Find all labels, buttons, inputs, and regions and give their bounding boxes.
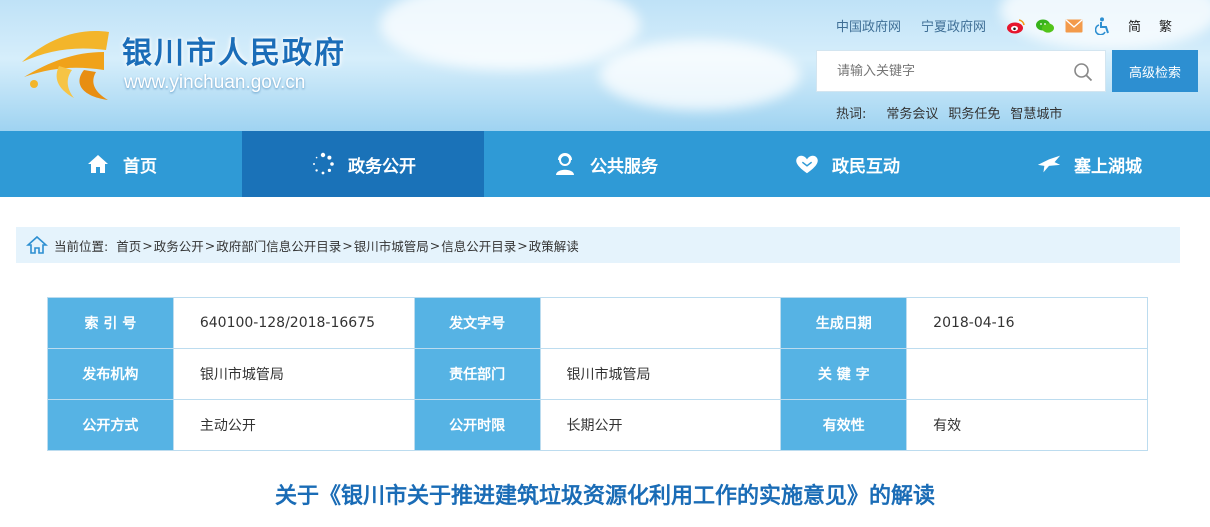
heart-hands-icon [794,151,820,177]
top-links: 中国政府网 宁夏政府网 简 繁 [836,16,1184,35]
hot-words-label: 热词: [836,107,867,122]
bird-icon [1036,151,1062,177]
hot-word-item[interactable]: 智慧城市 [1010,103,1062,122]
dots-ring-icon [310,151,336,177]
breadcrumb-item[interactable]: 政务公开 [154,236,204,255]
info-key: 有效性 [780,399,908,451]
search-input[interactable] [817,51,1067,91]
nav-item-gov-affairs[interactable]: 政务公开 [242,131,484,197]
link-ningxia-gov[interactable]: 宁夏政府网 [921,16,986,35]
article-title: 关于《银川市关于推进建筑垃圾资源化利用工作的实施意见》的解读 [274,484,935,509]
breadcrumb-item[interactable]: 政策解读 [529,236,579,255]
site-url[interactable]: www.yinchuan.gov.cn [124,72,305,94]
info-value: 2018-04-16 [906,297,1148,349]
hot-words: 热词: 常务会议 职务任免 智慧城市 [836,103,1072,122]
info-key: 公开方式 [47,399,174,451]
breadcrumb-item[interactable]: 银川市城管局 [354,236,429,255]
info-value: 有效 [906,399,1148,451]
lang-traditional[interactable]: 繁 [1159,16,1172,35]
breadcrumb-separator: > [429,237,441,253]
info-table: 索 引 号 640100-128/2018-16675 发文字号 生成日期 20… [47,297,1148,451]
home-icon [85,151,111,177]
info-value: 长期公开 [539,399,782,451]
info-value: 银川市城管局 [172,348,415,400]
breadcrumb-item[interactable]: 首页 [116,236,141,255]
nav-item-lake-city[interactable]: 塞上湖城 [968,131,1210,197]
mail-icon[interactable] [1064,17,1084,35]
table-row: 公开方式 主动公开 公开时限 长期公开 有效性 有效 [47,399,1148,451]
cloud-decoration [380,0,640,70]
info-key: 发文字号 [413,297,541,349]
nav-item-home[interactable]: 首页 [0,131,242,197]
table-row: 索 引 号 640100-128/2018-16675 发文字号 生成日期 20… [47,297,1148,349]
table-row: 发布机构 银川市城管局 责任部门 银川市城管局 关 键 字 [47,348,1148,400]
wechat-icon[interactable] [1035,17,1055,35]
breadcrumb-item[interactable]: 政府部门信息公开目录 [216,236,341,255]
breadcrumb-item[interactable]: 信息公开目录 [441,236,516,255]
breadcrumb-separator: > [142,237,153,253]
search-icon[interactable] [1073,62,1093,82]
breadcrumb-separator: > [204,237,216,253]
breadcrumb-separator: > [342,237,353,253]
nav-item-label: 公共服务 [590,156,658,177]
lang-simplified[interactable]: 简 [1128,16,1141,35]
advanced-search-button[interactable]: 高级检索 [1112,50,1198,92]
link-china-gov[interactable]: 中国政府网 [836,16,901,35]
breadcrumb-separator: > [517,237,528,253]
info-key: 发布机构 [47,348,174,400]
nav-item-label: 塞上湖城 [1074,156,1142,177]
user-service-icon [552,151,578,177]
info-value [906,348,1148,400]
accessibility-icon[interactable] [1093,16,1113,35]
info-value: 主动公开 [172,399,415,451]
info-key: 索 引 号 [47,297,174,349]
nav-item-label: 政民互动 [832,156,900,177]
weibo-icon[interactable] [1006,17,1026,35]
info-key: 责任部门 [413,348,541,400]
info-key: 生成日期 [780,297,908,349]
home-icon [26,235,48,254]
breadcrumb: 当前位置: 首页 > 政务公开 > 政府部门信息公开目录 > 银川市城管局 > … [16,227,1180,263]
info-value: 银川市城管局 [539,348,782,400]
nav-item-interaction[interactable]: 政民互动 [726,131,968,197]
hot-word-item[interactable]: 职务任免 [948,103,1000,122]
cloud-decoration [600,40,800,110]
site-name[interactable]: 银川市人民政府 [122,28,346,72]
nav-item-public-service[interactable]: 公共服务 [484,131,726,197]
site-header: 银川市人民政府 www.yinchuan.gov.cn 中国政府网 宁夏政府网 … [0,0,1210,131]
breadcrumb-label: 当前位置: [54,238,109,254]
info-key: 公开时限 [413,399,541,451]
main-nav: 首页 政务公开 公共服务 政民互动 塞上湖城 [0,131,1210,197]
hot-word-item[interactable]: 常务会议 [886,103,938,122]
nav-item-label: 首页 [123,156,157,177]
logo-icon[interactable] [14,22,114,102]
info-value [539,297,782,349]
search-box [816,50,1106,92]
info-key: 关 键 字 [780,348,908,400]
info-value: 640100-128/2018-16675 [172,297,415,349]
nav-item-label: 政务公开 [348,156,416,177]
